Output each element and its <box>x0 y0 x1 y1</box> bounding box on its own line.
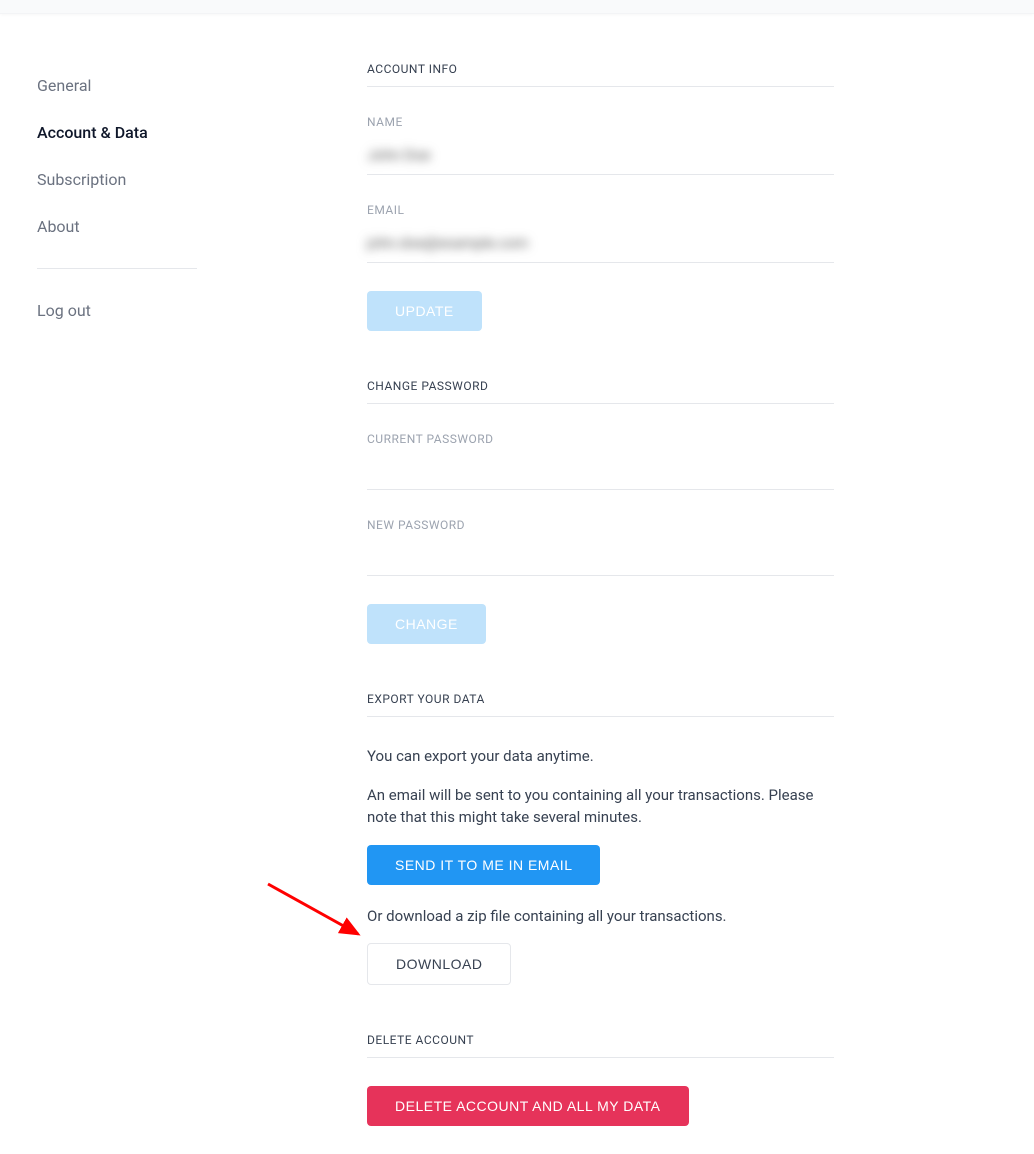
export-paragraph-3: Or download a zip file containing all yo… <box>367 905 834 928</box>
field-group-name: NAME John Doe <box>367 115 834 175</box>
sidebar-item-subscription[interactable]: Subscription <box>37 156 293 203</box>
sidebar-item-logout[interactable]: Log out <box>37 287 293 334</box>
section-header-delete-account: DELETE ACCOUNT <box>367 1033 834 1058</box>
email-value: john.doe@example.com <box>367 234 528 252</box>
field-group-new-password: NEW PASSWORD <box>367 518 834 576</box>
export-paragraph-1: You can export your data anytime. <box>367 745 834 768</box>
field-group-email: EMAIL john.doe@example.com <box>367 203 834 263</box>
export-paragraph-2: An email will be sent to you containing … <box>367 784 834 829</box>
section-header-export-data: EXPORT YOUR DATA <box>367 692 834 717</box>
section-header-change-password: CHANGE PASSWORD <box>367 379 834 404</box>
top-bar <box>0 0 1034 14</box>
sidebar-item-about[interactable]: About <box>37 203 293 250</box>
current-password-label: CURRENT PASSWORD <box>367 432 834 446</box>
email-value-row[interactable]: john.doe@example.com <box>367 227 834 263</box>
sidebar: General Account & Data Subscription Abou… <box>0 62 330 1126</box>
sidebar-item-general[interactable]: General <box>37 62 293 109</box>
sidebar-item-account-data[interactable]: Account & Data <box>37 109 293 156</box>
new-password-input[interactable] <box>367 542 834 576</box>
download-button[interactable]: DOWNLOAD <box>367 943 511 985</box>
new-password-label: NEW PASSWORD <box>367 518 834 532</box>
current-password-input[interactable] <box>367 456 834 490</box>
name-label: NAME <box>367 115 834 129</box>
delete-account-button[interactable]: DELETE ACCOUNT AND ALL MY DATA <box>367 1086 689 1126</box>
field-group-current-password: CURRENT PASSWORD <box>367 432 834 490</box>
name-value: John Doe <box>367 146 430 164</box>
section-header-account-info: ACCOUNT INFO <box>367 62 834 87</box>
sidebar-divider <box>37 268 197 269</box>
email-label: EMAIL <box>367 203 834 217</box>
update-button[interactable]: UPDATE <box>367 291 482 331</box>
page-container: General Account & Data Subscription Abou… <box>0 14 1034 1126</box>
change-password-button[interactable]: CHANGE <box>367 604 486 644</box>
send-email-button[interactable]: SEND IT TO ME IN EMAIL <box>367 845 600 885</box>
main-content: ACCOUNT INFO NAME John Doe EMAIL john.do… <box>330 62 1034 1126</box>
name-value-row[interactable]: John Doe <box>367 139 834 175</box>
